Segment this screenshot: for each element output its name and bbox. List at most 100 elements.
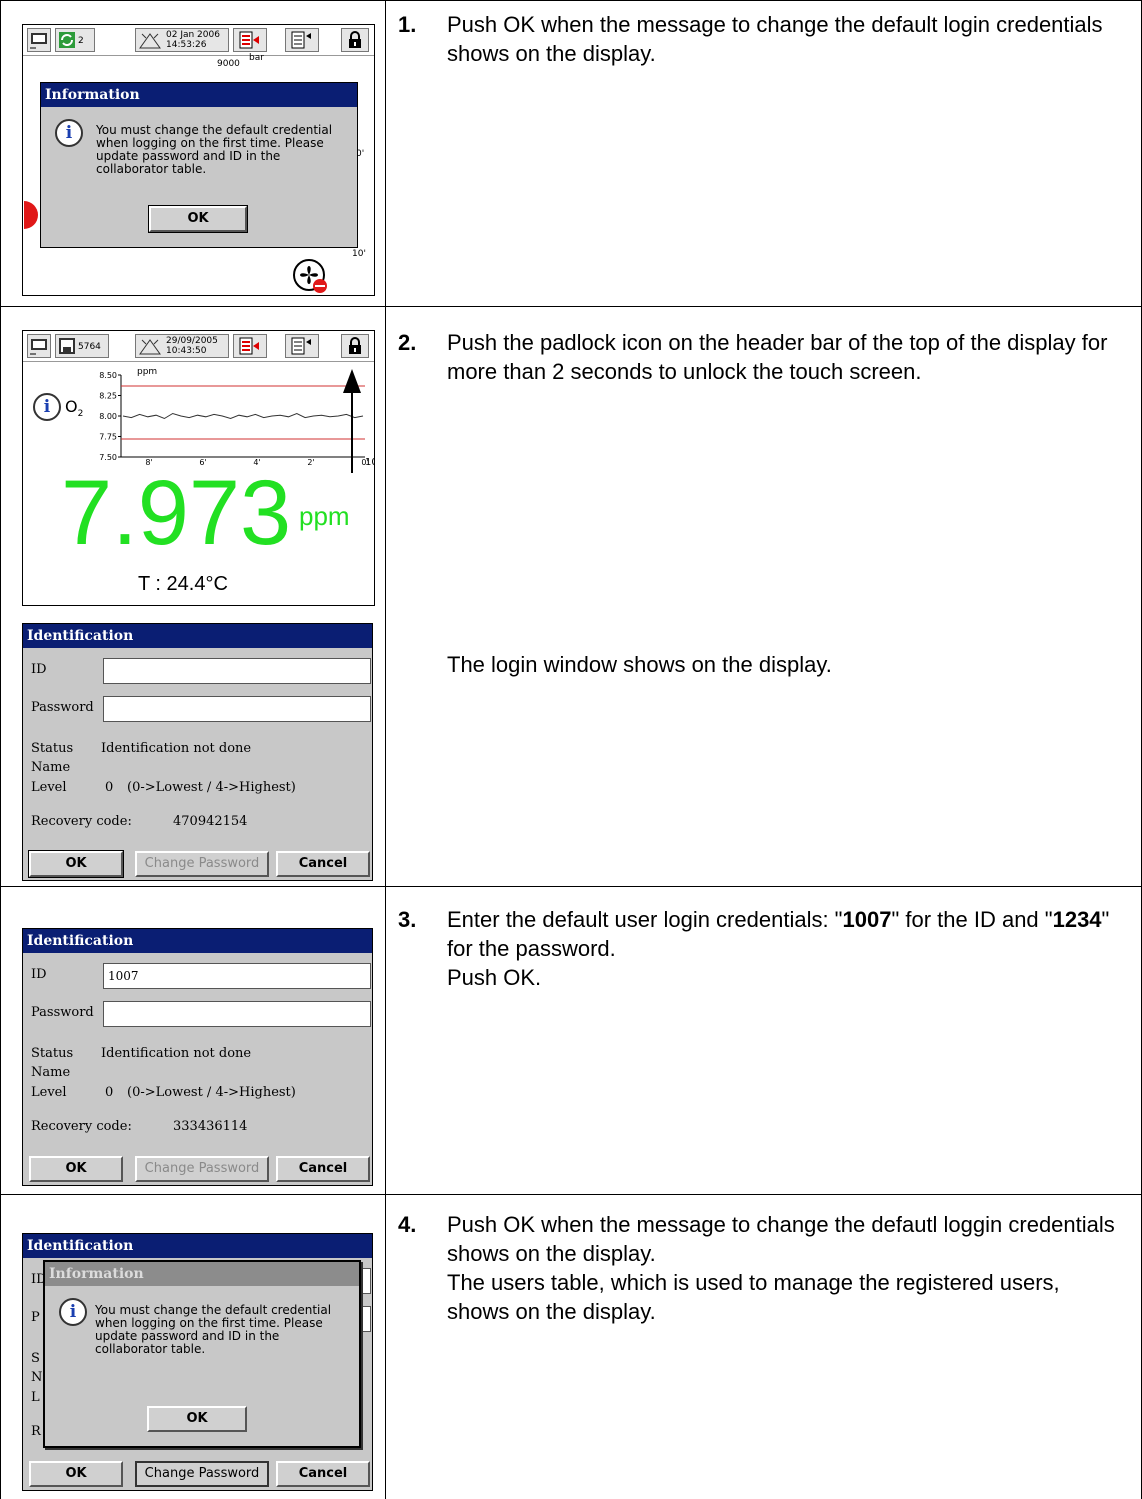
cancel-button[interactable]: Cancel [276,1461,370,1487]
date-time-button[interactable]: 02 Jan 2006 14:53:26 [135,28,229,52]
dialog-title: Information [41,83,357,107]
change-password-button[interactable]: Change Password [135,1461,269,1487]
dialog-title: Identification [23,624,372,648]
password-label: Password [31,700,94,715]
change-password-button[interactable]: Change Password [135,851,269,877]
step-text-line: Push OK when the message to change the d… [447,1212,1115,1266]
y-tick-label: 8.00 [99,412,117,421]
dialog-title: Information [45,1262,359,1286]
step-text: Push OK when the message to change the d… [447,1210,1127,1326]
password-field[interactable] [103,1001,371,1027]
password-label: Password [31,1005,94,1020]
step-number: 1. [398,12,417,37]
step-text: Push the padlock icon on the header bar … [447,330,1108,384]
ok-button[interactable]: OK [29,1461,123,1487]
info-icon: i [59,1298,87,1326]
step-number: 2. [398,330,417,355]
y-tick-label: 7.50 [99,453,117,462]
screen-toggle-icon[interactable] [27,28,51,52]
date-time-button[interactable]: 29/09/2005 10:43:50 [135,334,229,358]
unit-label: bar [249,53,264,63]
step-text-line: The users table, which is used to manage… [447,1270,1060,1324]
menu-button[interactable] [285,334,319,358]
table-border-left [0,0,1,1499]
menu-icon [291,31,311,49]
cancel-button[interactable]: Cancel [276,851,370,877]
header-bar: 5764 29/09/2005 10:43:50 [23,331,374,362]
step-text-part: " for the ID and " [891,907,1053,932]
step-text-line: Push OK. [447,965,542,990]
password-field[interactable] [103,696,371,722]
row-divider [0,306,1142,307]
change-password-button[interactable]: Change Password [135,1156,269,1182]
parameter-name: O2 [65,397,83,419]
identification-dialog: Identification ID 1007 Password Status I… [22,928,373,1186]
level-label-partial: L [31,1390,40,1405]
row-divider [0,1194,1142,1195]
y-tick-label: 8.25 [99,392,117,401]
identification-dialog: Identification 1007 ID P S N L R OK Chan… [22,1233,373,1491]
date: 29/09/2005 [166,336,218,346]
x-tick-label: 2' [307,458,314,465]
time: 14:53:26 [166,40,207,50]
dialog-message: You must change the default credential w… [96,123,333,176]
data-log-button[interactable] [233,334,267,358]
y-tick-label: 8.50 [99,371,117,380]
ok-button[interactable]: OK [147,1406,247,1432]
date: 02 Jan 2006 [166,30,220,40]
name-label: Name [31,760,71,775]
info-icon[interactable]: i [33,393,61,421]
dialog-title: Identification [23,929,372,953]
status-value: Identification not done [101,741,252,756]
fan-off-icon [293,259,327,293]
recovery-code-value: 470942154 [173,814,248,829]
level-value: 0 [105,1085,114,1100]
level-value: 0 [105,780,114,795]
info-icon: i [55,119,83,147]
manual-page: 1. Push OK when the message to change th… [0,0,1142,1499]
chart-unit: ppm [137,367,157,377]
status-label: Status [31,1046,74,1061]
id-label: ID [31,662,47,677]
recovery-code-label: Recovery code: [31,1119,132,1134]
step-number: 3. [398,907,417,932]
dialog-title: Identification [23,1234,372,1258]
cancel-button[interactable]: Cancel [276,1156,370,1182]
default-id-value: 1007 [842,907,892,932]
time-tick: 10' [352,249,366,259]
table-border-top [0,0,1142,1]
screen-toggle-icon[interactable] [27,334,51,358]
id-field[interactable]: 1007 [103,963,371,989]
log-icon [239,337,259,355]
ok-button[interactable]: OK [28,850,124,878]
step-text: Push OK when the message to change the d… [447,12,1103,66]
password-label-partial: P [31,1310,40,1325]
ok-button[interactable]: OK [29,1156,123,1182]
header-bar: 2 02 Jan 2006 14:53:26 [23,25,374,56]
data-log-button[interactable] [233,28,267,52]
status-label-partial: S [31,1351,40,1366]
channel-button[interactable]: 2 [55,28,95,52]
reading-value: 7.973 [61,462,292,564]
dialog-message: You must change the default credential w… [95,1303,332,1356]
channel-button[interactable]: 5764 [55,334,109,358]
default-password-value: 1234 [1052,907,1102,932]
table-column-divider [385,0,386,1499]
status-value: Identification not done [101,1046,252,1061]
ok-button[interactable]: OK [148,205,248,233]
identification-dialog: Identification ID Password Status Identi… [22,623,373,881]
information-dialog: Information i You must change the defaul… [40,82,358,248]
padlock-button[interactable] [341,334,369,358]
name-label: Name [31,1065,71,1080]
id-field[interactable] [103,658,371,684]
alarm-icon [139,339,161,355]
y-tick-label: 7.75 [99,433,117,442]
channel-number: 2 [78,36,84,46]
padlock-button[interactable] [341,28,369,52]
id-label: ID [31,967,47,982]
alarm-icon [139,33,161,49]
parameter-symbol: O [65,397,78,416]
status-label: Status [31,741,74,756]
padlock-icon [349,31,361,48]
menu-button[interactable] [285,28,319,52]
